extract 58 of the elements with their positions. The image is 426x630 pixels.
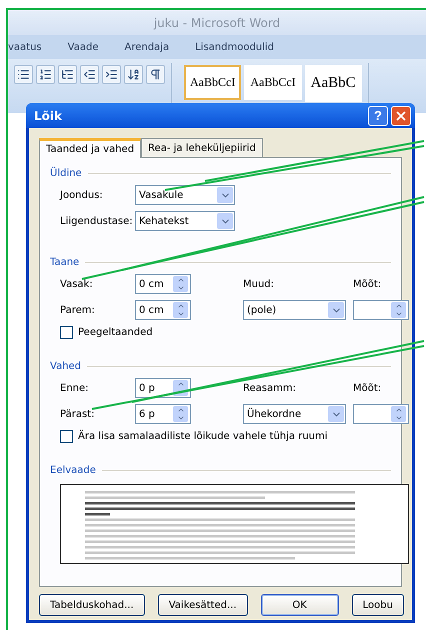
checkbox-label: Peegeltaanded: [78, 327, 153, 338]
spin-field[interactable]: 6 p: [135, 404, 191, 424]
ribbon-tab[interactable]: Vaade: [68, 42, 98, 52]
dialog-title: Lõik: [34, 108, 63, 122]
field-label: Liigendustase:: [60, 216, 134, 226]
section-heading: Üldine: [50, 168, 82, 179]
dropdown-field[interactable]: (pole): [243, 300, 346, 320]
spinner-arrows-icon: [391, 406, 406, 422]
field-label: Pärast:: [60, 408, 96, 420]
checkbox[interactable]: [60, 326, 73, 339]
dialog-button[interactable]: Loobu: [352, 594, 404, 616]
spin-field[interactable]: [353, 300, 409, 320]
section-heading: Vahed: [50, 361, 82, 372]
spin-field[interactable]: 0 cm: [135, 274, 191, 294]
spin-field[interactable]: 0 cm: [135, 300, 191, 320]
spinner-arrows-icon: [173, 406, 188, 422]
ribbon-tab[interactable]: Arendaja: [124, 42, 170, 52]
pilcrow-icon[interactable]: [146, 65, 165, 84]
sort-icon[interactable]: [124, 65, 143, 84]
spin-field[interactable]: [353, 404, 409, 424]
spinner-arrows-icon: [391, 302, 406, 318]
checkbox-label: Ära lisa samalaadiliste lõikude vahele tühja ruumi: [78, 431, 328, 442]
field-label: Joondus:: [60, 190, 104, 200]
section-heading: Taane: [50, 257, 80, 268]
field-label: Muud:: [243, 278, 276, 290]
field-label: Mõõt:: [353, 382, 382, 394]
checkbox[interactable]: [60, 430, 73, 443]
style-preset[interactable]: AaBbC: [304, 65, 362, 102]
field-label: Mõõt:: [353, 278, 382, 290]
help-button[interactable]: ?: [368, 106, 388, 126]
field-label: Parem:: [60, 304, 96, 316]
numbered-list-icon[interactable]: [36, 65, 55, 84]
field-label: Vasak:: [60, 278, 94, 290]
dropdown-field[interactable]: Vasakule: [135, 185, 235, 205]
style-preset[interactable]: AaBbCcI: [244, 65, 302, 100]
multilevel-list-icon[interactable]: [58, 65, 77, 84]
style-preset[interactable]: AaBbCcI: [184, 65, 242, 100]
dropdown-field[interactable]: Ühekordne: [243, 404, 346, 424]
spinner-arrows-icon: [173, 276, 188, 292]
dropdown-field[interactable]: Kehatekst: [135, 211, 235, 231]
dialog-button[interactable]: OK: [260, 594, 339, 616]
dialog-button[interactable]: Tabelduskohad...: [39, 594, 145, 616]
tab[interactable]: Rea- ja leheküljepiirid: [141, 138, 263, 158]
close-icon: [394, 108, 408, 122]
spinner-arrows-icon: [173, 302, 188, 318]
increase-indent-icon[interactable]: [102, 65, 121, 84]
close-button[interactable]: [391, 106, 411, 126]
field-label: Enne:: [60, 382, 90, 394]
decrease-indent-icon[interactable]: [80, 65, 99, 84]
window-title: juku - Microsoft Word: [154, 16, 280, 30]
section-heading: Eelvaade: [50, 465, 96, 476]
dialog-button[interactable]: Vaikesätted...: [158, 594, 248, 616]
bullet-list-icon[interactable]: [14, 65, 33, 84]
ribbon-tab[interactable]: Lisandmoodulid: [195, 42, 274, 52]
ribbon-tab[interactable]: vaatus: [8, 42, 42, 52]
tab[interactable]: Taanded ja vahed: [39, 138, 142, 158]
spin-field[interactable]: 0 p: [135, 378, 191, 398]
field-label: Reasamm:: [243, 382, 297, 394]
